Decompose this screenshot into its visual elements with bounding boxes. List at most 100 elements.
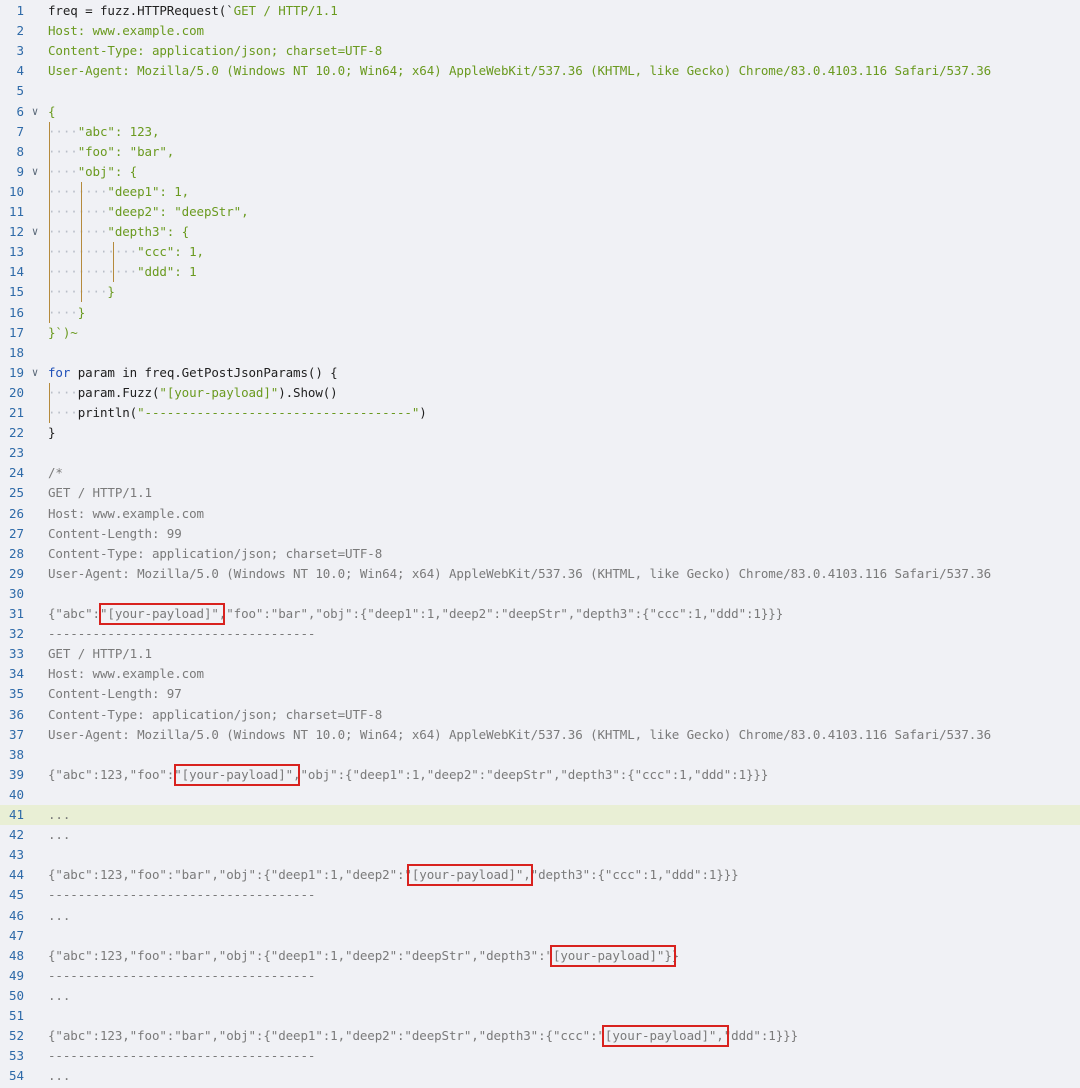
line-number: 26 (8, 505, 24, 521)
indent-guide (49, 382, 50, 424)
code-text: ... (48, 805, 70, 825)
code-line[interactable]: 45 ------------------------------------ (0, 885, 1080, 905)
line-number: 13 (8, 244, 24, 260)
code-content: } (107, 284, 115, 300)
line-number: 28 (8, 545, 24, 561)
code-line[interactable]: 26 Host: www.example.com (0, 504, 1080, 524)
code-line[interactable]: 14 ············"ddd": 1 (0, 262, 1080, 282)
indent-guide-dots: ···· (48, 163, 78, 179)
code-content: Content-Type: application/json; charset=… (48, 545, 383, 561)
line-number: 32 (8, 626, 24, 642)
code-line[interactable]: 23 (0, 443, 1080, 463)
code-text: GET / HTTP/1.1 (48, 644, 152, 664)
code-line[interactable]: 25 GET / HTTP/1.1 (0, 483, 1080, 503)
chevron-down-icon[interactable]: ∨ (28, 222, 42, 242)
code-line[interactable]: 52 {"abc":123,"foo":"bar","obj":{"deep1":… (0, 1026, 1080, 1046)
code-line[interactable]: 54... (0, 1066, 1080, 1086)
code-content: ------------------------------------ (48, 887, 316, 903)
code-line[interactable]: 17 }`)~ (0, 323, 1080, 343)
code-line[interactable]: 6 ∨ { (0, 102, 1080, 122)
line-number: 24 (8, 465, 24, 481)
chevron-down-icon[interactable]: ∨ (28, 102, 42, 122)
code-line[interactable]: 4 User-Agent: Mozilla/5.0 (Windows NT 10.… (0, 61, 1080, 81)
code-line[interactable]: 28 Content-Type: application/json; charse… (0, 544, 1080, 564)
indent-guide-dots: ···· (48, 123, 78, 139)
line-number: 33 (8, 646, 24, 662)
code-line[interactable]: 22} (0, 423, 1080, 443)
code-line[interactable]: 44 {"abc":123,"foo":"bar","obj":{"deep1":… (0, 865, 1080, 885)
line-number: 14 (8, 264, 24, 280)
payload-highlight-box (602, 1025, 729, 1048)
code-line[interactable]: 38 (0, 745, 1080, 765)
code-line[interactable]: 43 (0, 845, 1080, 865)
code-text: freq = fuzz.HTTPRequest(`GET / HTTP/1.1 (48, 1, 338, 21)
code-content: }`)~ (48, 324, 78, 340)
code-content: freq = fuzz.HTTPRequest(`GET / HTTP/1.1 (48, 3, 338, 18)
code-line[interactable]: 36 Content-Type: application/json; charse… (0, 705, 1080, 725)
code-line[interactable]: 27 Content-Length: 99 (0, 524, 1080, 544)
line-number: 53 (8, 1048, 24, 1064)
line-number: 29 (8, 565, 24, 581)
code-line[interactable]: 21 ····println("-------------------------… (0, 403, 1080, 423)
indent-guide-dots: ········ (48, 183, 108, 199)
payload-highlight-box (406, 864, 534, 887)
code-line[interactable]: 12 ∨ ········"depth3": { (0, 222, 1080, 242)
code-line[interactable]: 11 ········"deep2": "deepStr", (0, 202, 1080, 222)
code-line[interactable]: 1 freq = fuzz.HTTPRequest(`GET / HTTP/1.1 (0, 1, 1080, 21)
code-content: Content-Length: 97 (48, 686, 182, 702)
line-number: 21 (8, 405, 24, 420)
code-line[interactable]: 7 ····"abc": 123, (0, 122, 1080, 142)
code-line[interactable]: 48 {"abc":123,"foo":"bar","obj":{"deep1":… (0, 946, 1080, 966)
code-editor[interactable]: 1 freq = fuzz.HTTPRequest(`GET / HTTP/1.1… (0, 0, 1080, 1088)
line-number: 17 (8, 324, 24, 340)
line-number: 48 (8, 947, 24, 963)
chevron-down-icon[interactable]: ∨ (28, 162, 42, 182)
code-text: } (48, 423, 56, 443)
line-number: 42 (8, 827, 24, 843)
indent-guide-dots: ········ (48, 204, 108, 219)
code-line[interactable]: 46... (0, 906, 1080, 926)
code-line[interactable]: 53 ------------------------------------ (0, 1046, 1080, 1066)
code-line[interactable]: 42... (0, 825, 1080, 845)
code-content: User-Agent: Mozilla/5.0 (Windows NT 10.0… (48, 565, 992, 581)
code-line[interactable]: 29 User-Agent: Mozilla/5.0 (Windows NT 10… (0, 564, 1080, 584)
code-line[interactable]: 49 ------------------------------------ (0, 966, 1080, 986)
code-text: ········"depth3": { (48, 222, 189, 242)
code-content: "deep2": "deepStr", (107, 204, 249, 219)
code-line[interactable]: 19 ∨ for param in freq.GetPostJsonParams()… (0, 363, 1080, 383)
code-line[interactable]: 5 (0, 81, 1080, 101)
code-line[interactable]: 15 ········} (0, 282, 1080, 302)
code-content: {"abc":123,"foo":"bar","obj":{"deep1":1,… (48, 867, 739, 883)
code-line[interactable]: 16 ····} (0, 303, 1080, 323)
code-line[interactable]: 3 Content-Type: application/json; charset… (0, 41, 1080, 61)
code-line[interactable]: 30 (0, 584, 1080, 604)
code-line[interactable]: 51 (0, 1006, 1080, 1026)
code-line[interactable]: 18 (0, 343, 1080, 363)
code-line[interactable]: 50... (0, 986, 1080, 1006)
line-number: 46 (8, 907, 24, 923)
code-line[interactable]: 37 User-Agent: Mozilla/5.0 (Windows NT 10… (0, 725, 1080, 745)
code-line[interactable]: 2 Host: www.example.com (0, 21, 1080, 41)
code-line[interactable]: 47 (0, 926, 1080, 946)
indent-guide-dots: ···· (48, 405, 78, 420)
chevron-down-icon[interactable]: ∨ (28, 363, 42, 383)
line-number: 43 (8, 847, 24, 863)
line-number: 45 (8, 887, 24, 903)
code-content: Host: www.example.com (48, 23, 204, 39)
code-line[interactable]: 8 ····"foo": "bar", (0, 142, 1080, 162)
code-line[interactable]: 33 GET / HTTP/1.1 (0, 644, 1080, 664)
code-line[interactable]: 41... (0, 805, 1080, 825)
code-text: /* (48, 463, 63, 483)
code-text: ····} (48, 303, 85, 323)
code-line[interactable]: 9 ∨ ····"obj": { (0, 162, 1080, 182)
code-line[interactable]: 32 ------------------------------------ (0, 624, 1080, 644)
code-line[interactable]: 39 {"abc":123,"foo":"[your-payload]","obj… (0, 765, 1080, 785)
code-line[interactable]: 13 ············"ccc": 1, (0, 242, 1080, 262)
code-line[interactable]: 20 ····param.Fuzz("[your-payload]").Show(… (0, 383, 1080, 403)
code-line[interactable]: 40 (0, 785, 1080, 805)
code-line[interactable]: 35 Content-Length: 97 (0, 684, 1080, 704)
code-line[interactable]: 34 Host: www.example.com (0, 664, 1080, 684)
code-line[interactable]: 10 ········"deep1": 1, (0, 182, 1080, 202)
code-content: User-Agent: Mozilla/5.0 (Windows NT 10.0… (48, 63, 992, 79)
code-line[interactable]: 24 /* (0, 463, 1080, 483)
